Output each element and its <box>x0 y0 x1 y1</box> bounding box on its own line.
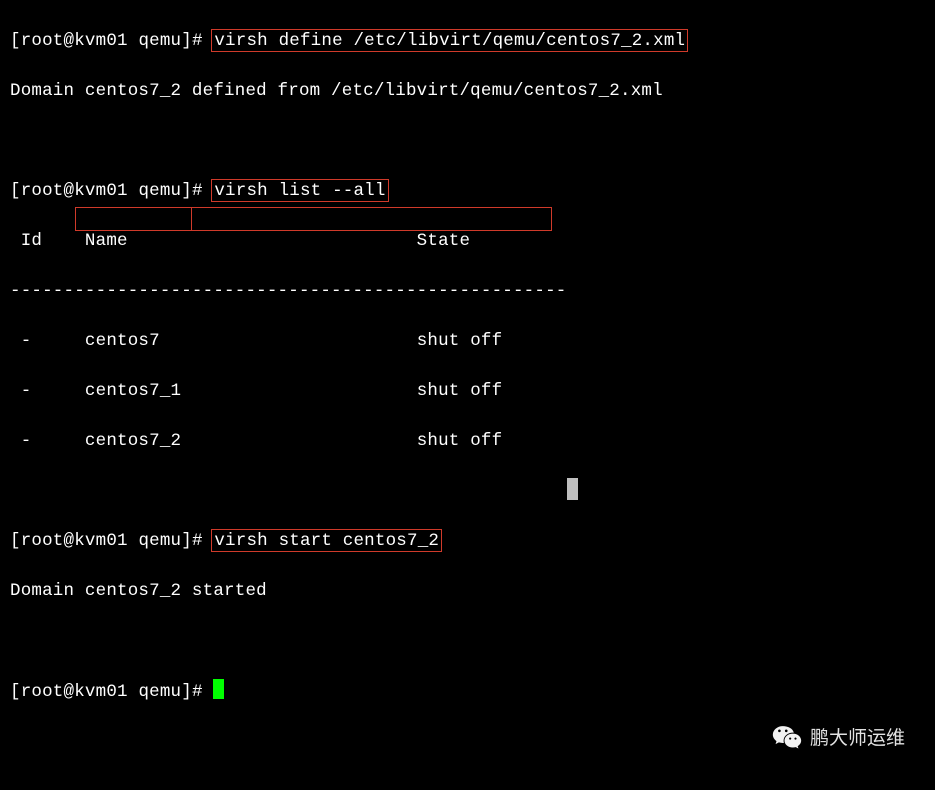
command-3: virsh start centos7_2 <box>211 529 442 552</box>
cursor-icon <box>213 679 224 699</box>
terminal-output[interactable]: [root@kvm01 qemu]# virsh define /etc/lib… <box>0 0 935 729</box>
prompt: [root@kvm01 qemu]# <box>10 31 213 51</box>
watermark-text: 鹏大师运维 <box>810 723 905 750</box>
list-separator: ----------------------------------------… <box>10 279 925 304</box>
list-row-2: - centos7_2 shut off <box>10 429 925 454</box>
list-header: Id Name State <box>10 229 925 254</box>
inactive-cursor-icon <box>567 478 578 500</box>
wechat-icon <box>772 724 802 750</box>
prompt: [root@kvm01 qemu]# <box>10 682 213 702</box>
prompt: [root@kvm01 qemu]# <box>10 531 213 551</box>
output-1: Domain centos7_2 defined from /etc/libvi… <box>10 79 925 104</box>
command-1: virsh define /etc/libvirt/qemu/centos7_2… <box>211 29 688 52</box>
cmd-line-4[interactable]: [root@kvm01 qemu]# <box>10 679 925 704</box>
command-2: virsh list --all <box>211 179 388 202</box>
blank <box>10 629 925 654</box>
cmd-line-1: [root@kvm01 qemu]# virsh define /etc/lib… <box>10 29 925 54</box>
cmd-line-3: [root@kvm01 qemu]# virsh start centos7_2 <box>10 529 925 554</box>
prompt: [root@kvm01 qemu]# <box>10 181 213 201</box>
watermark: 鹏大师运维 <box>772 723 905 750</box>
blank <box>10 479 925 504</box>
list-row-1: - centos7_1 shut off <box>10 379 925 404</box>
output-3: Domain centos7_2 started <box>10 579 925 604</box>
blank <box>10 129 925 154</box>
cmd-line-2: [root@kvm01 qemu]# virsh list --all <box>10 179 925 204</box>
list-row-0: - centos7 shut off <box>10 329 925 354</box>
